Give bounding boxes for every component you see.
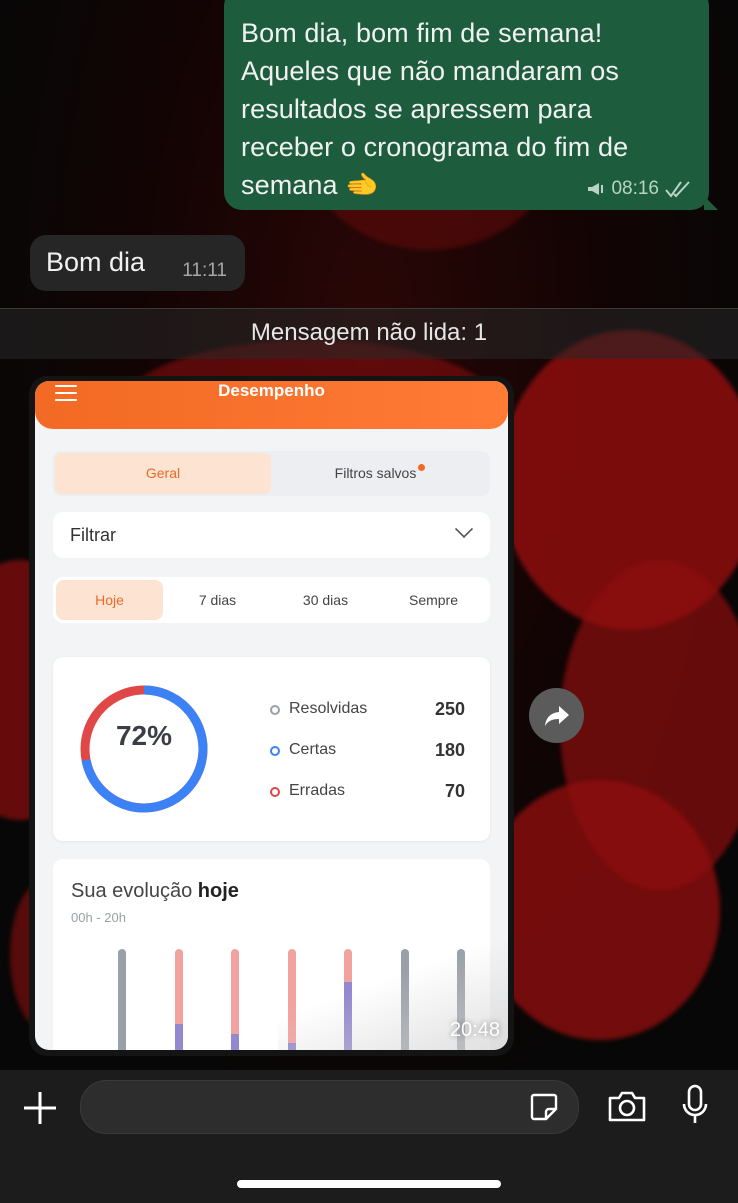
evolution-bar: [231, 949, 239, 1050]
period-7-dias: 7 dias: [164, 580, 271, 620]
outgoing-message-meta: 08:16: [587, 178, 691, 200]
accuracy-percent: 72%: [115, 720, 173, 751]
legend-ring-icon: [270, 746, 280, 756]
stat-value: 70: [444, 781, 465, 801]
stat-label: Erradas: [289, 782, 346, 799]
stat-label: Certas: [289, 741, 337, 758]
evolution-title-prefix: Sua evolução: [71, 880, 193, 902]
evolution-bar: [118, 949, 126, 1050]
sticker-icon[interactable]: [528, 1091, 560, 1123]
view-segmented-control: Geral Filtros salvos: [53, 451, 490, 496]
bar-correct-segment: [231, 1033, 239, 1050]
tab-filtros-salvos: Filtros salvos: [272, 453, 488, 494]
microphone-icon[interactable]: [681, 1084, 709, 1128]
tab-geral: Geral: [55, 453, 271, 494]
home-indicator: [237, 1180, 501, 1188]
stat-row-certas: Certas 180: [270, 740, 465, 764]
outgoing-message-body: Bom dia, bom fim de semana! Aqueles que …: [241, 18, 629, 200]
shared-screenshot-image[interactable]: Desempenho Geral Filtros salvos Filtrar …: [35, 381, 508, 1050]
period-hoje-label: Hoje: [95, 592, 124, 608]
app-header: Desempenho: [35, 381, 508, 429]
announcement-icon: [588, 183, 604, 195]
forward-button[interactable]: [529, 688, 584, 743]
period-30-dias-label: 30 dias: [302, 592, 349, 608]
bubble-tail: [704, 196, 718, 210]
bar-wrong-segment: [174, 949, 183, 1025]
period-30-dias: 30 dias: [272, 580, 379, 620]
period-sempre: Sempre: [380, 580, 487, 620]
period-selector: Hoje 7 dias 30 dias Sempre: [53, 577, 490, 623]
image-message-time: 20:48: [449, 1019, 500, 1041]
camera-icon[interactable]: [606, 1090, 648, 1124]
double-check-icon: [665, 181, 690, 198]
filter-label: Filtrar: [70, 525, 116, 545]
evolution-subtitle: 00h - 20h: [71, 910, 126, 925]
app-title: Desempenho: [218, 381, 325, 400]
stat-value: 180: [434, 740, 465, 760]
bar-correct-segment: [174, 1024, 183, 1050]
period-sempre-label: Sempre: [408, 592, 459, 608]
filter-dropdown: Filtrar: [53, 512, 490, 558]
bar-wrong-segment: [231, 949, 239, 1034]
outgoing-message-bubble[interactable]: Bom dia, bom fim de semana! Aqueles que …: [224, 0, 718, 210]
pointing-hand-emoji: 🫲: [345, 170, 379, 200]
stat-row-erradas: Erradas 70: [270, 781, 465, 805]
legend-ring-icon: [270, 705, 280, 715]
unread-banner-label: Mensagem não lida: 1: [250, 319, 488, 346]
incoming-time: 11:11: [182, 260, 227, 281]
forward-arrow-icon: [544, 705, 569, 726]
image-message-bubble[interactable]: Desempenho Geral Filtros salvos Filtrar …: [29, 376, 514, 1056]
evolution-title: Sua evolução hoje: [71, 880, 239, 903]
stat-value: 250: [434, 699, 465, 719]
stat-row-resolvidas: Resolvidas 250: [270, 699, 465, 723]
period-hoje: Hoje: [56, 580, 163, 620]
legend-ring-icon: [270, 787, 280, 797]
chevron-down-icon: [454, 519, 474, 539]
message-input[interactable]: [80, 1080, 579, 1134]
outgoing-time: 08:16: [611, 178, 659, 199]
incoming-message-text: Bom dia: [46, 247, 146, 277]
tab-geral-label: Geral: [145, 465, 181, 481]
outgoing-message-text: Bom dia, bom fim de semana! Aqueles que …: [241, 14, 691, 204]
tab-filtros-label: Filtros salvos: [334, 465, 417, 481]
plus-icon[interactable]: [22, 1090, 58, 1126]
period-7-dias-label: 7 dias: [198, 592, 237, 608]
notification-dot: [418, 464, 426, 471]
incoming-message-bubble[interactable]: Bom dia 11:11: [30, 235, 245, 291]
unread-banner: Mensagem não lida: 1: [0, 308, 738, 359]
evolution-bar: [174, 949, 183, 1050]
stat-label: Resolvidas: [289, 700, 368, 717]
evolution-title-bold: hoje: [197, 880, 239, 902]
stats-card: 72% Resolvidas 250 Certas 180 Erradas 70: [53, 657, 490, 841]
